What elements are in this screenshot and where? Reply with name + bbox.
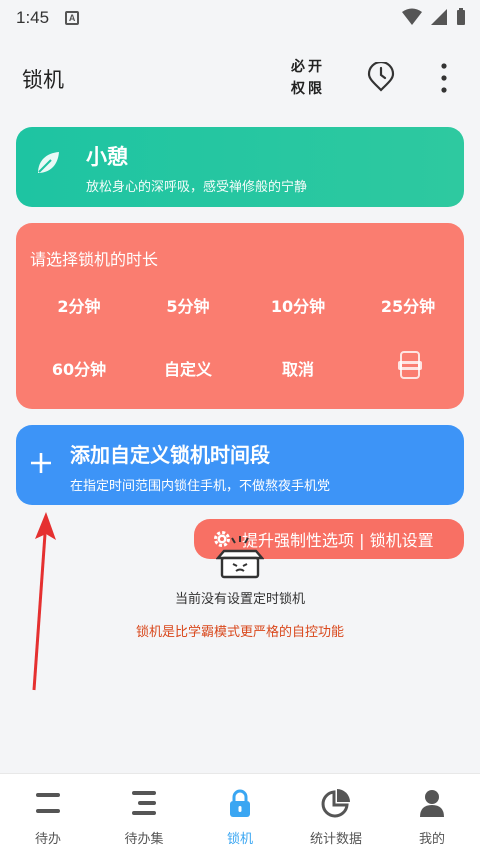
pie-chart-icon xyxy=(321,789,350,818)
tab-todo[interactable]: 待办 xyxy=(0,774,96,853)
tab-label: 待办集 xyxy=(124,832,164,847)
tab-label: 待办 xyxy=(34,832,61,847)
lock-hint-text: 锁机是比学霸模式更严格的自控功能 xyxy=(135,625,344,640)
clock-icon[interactable] xyxy=(366,62,396,92)
tab-profile[interactable]: 我的 xyxy=(384,774,480,853)
rest-subtitle: 放松身心的深呼吸，感受禅修般的宁静 xyxy=(86,180,308,195)
add-period-subtitle: 在指定时间范围内锁住手机，不做熬夜手机党 xyxy=(70,479,331,494)
empty-box-icon xyxy=(216,536,264,579)
empty-state-text: 当前没有设置定时锁机 xyxy=(174,592,305,607)
perm-line-1: 必开 xyxy=(291,59,325,75)
required-permissions-button[interactable]: 必开 权限 xyxy=(288,56,328,100)
arrow-annotation-icon xyxy=(32,512,56,691)
lock-duration-heading: 请选择锁机的时长 xyxy=(30,250,159,269)
perm-line-2: 权限 xyxy=(291,81,325,97)
duration-10min[interactable]: 10分钟 xyxy=(253,293,343,317)
tab-label: 锁机 xyxy=(226,832,253,847)
todo-icon xyxy=(36,793,60,813)
duration-5min[interactable]: 5分钟 xyxy=(143,293,233,317)
tab-statistics[interactable]: 统计数据 xyxy=(288,774,384,853)
rest-card[interactable]: 小憩 放松身心的深呼吸，感受禅修般的宁静 xyxy=(16,127,464,207)
duration-cancel[interactable]: 取消 xyxy=(253,356,343,380)
more-vert-icon[interactable] xyxy=(434,62,454,94)
tab-lock[interactable]: 锁机 xyxy=(192,774,288,853)
leaf-icon xyxy=(38,152,59,173)
bottom-tab-bar: 待办 待办集 锁机 统计数据 我的 xyxy=(0,773,480,853)
duration-2min[interactable]: 2分钟 xyxy=(34,293,124,317)
add-custom-period-card[interactable]: 添加自定义锁机时间段 在指定时间范围内锁住手机，不做熬夜手机党 xyxy=(16,425,464,505)
duration-custom[interactable]: 自定义 xyxy=(143,356,233,380)
battery-icon xyxy=(457,8,465,25)
rest-title: 小憩 xyxy=(86,145,128,169)
page-title: 锁机 xyxy=(22,68,64,92)
status-time: 1:45 xyxy=(16,8,50,27)
lock-icon xyxy=(230,789,250,817)
status-icons xyxy=(402,8,466,26)
duration-25min[interactable]: 25分钟 xyxy=(363,293,453,317)
plus-icon xyxy=(31,453,51,473)
lock-settings-label: 提升强制性选项 | 锁机设置 xyxy=(242,531,434,550)
app-icon[interactable] xyxy=(398,351,422,379)
tab-label: 我的 xyxy=(418,832,445,847)
user-icon xyxy=(420,790,444,817)
notification-icon: A xyxy=(65,11,80,25)
add-period-title: 添加自定义锁机时间段 xyxy=(70,443,270,467)
status-bar: 1:45 A xyxy=(0,0,480,36)
app-bar: 锁机 必开 权限 xyxy=(0,50,480,106)
todo-list-icon xyxy=(132,791,156,815)
tab-label: 统计数据 xyxy=(309,832,362,847)
signal-icon xyxy=(431,9,447,25)
lock-duration-card: 请选择锁机的时长 2分钟 5分钟 10分钟 25分钟 60分钟 自定义 取消 xyxy=(16,223,464,409)
tab-todo-list[interactable]: 待办集 xyxy=(96,774,192,853)
wifi-icon xyxy=(402,8,422,25)
duration-60min[interactable]: 60分钟 xyxy=(34,356,124,380)
